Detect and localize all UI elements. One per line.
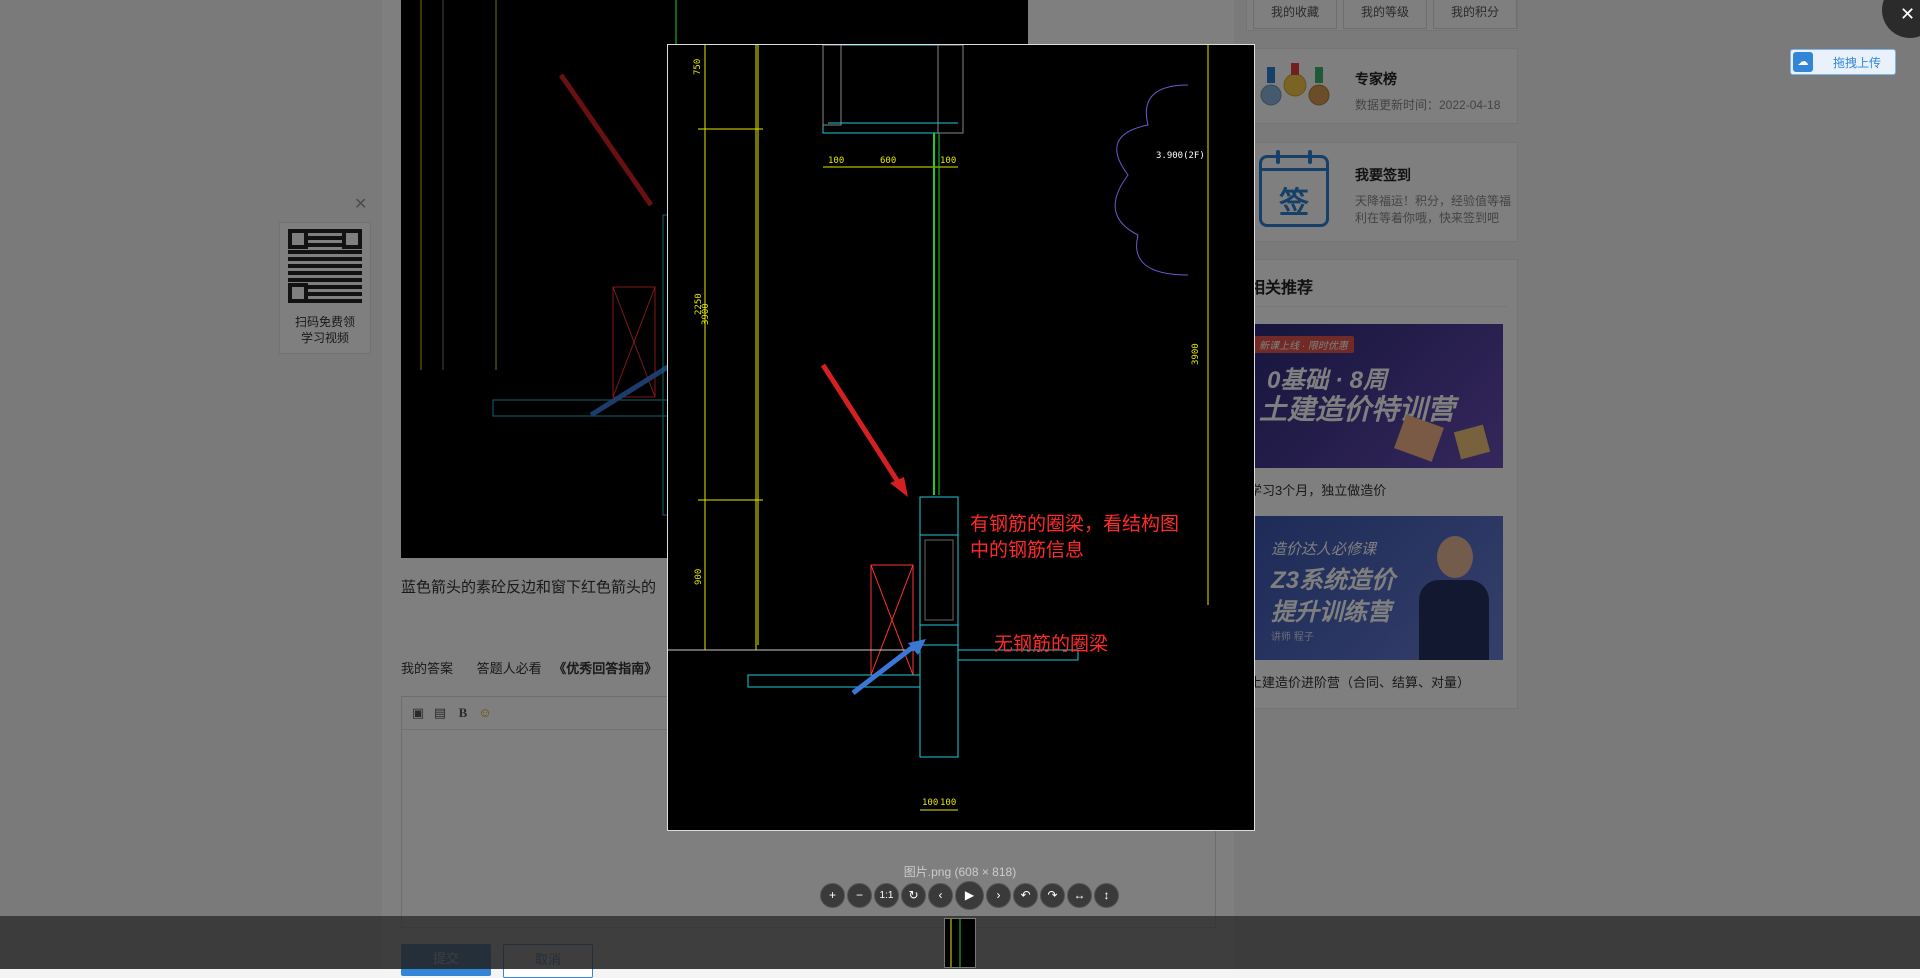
dim-600: 600 bbox=[880, 156, 896, 166]
zoom-out-button[interactable]: − bbox=[847, 883, 872, 908]
cad-drawing: 100 600 100 750 3900 2250 900 3.900(2F) … bbox=[668, 45, 1209, 811]
drag-upload-button[interactable]: ☁ 拖拽上传 bbox=[1790, 49, 1896, 75]
flip-horizontal-button[interactable]: ↔ bbox=[1067, 883, 1092, 908]
rotate-left-button[interactable]: ↶ bbox=[1013, 883, 1038, 908]
rotate-right-button[interactable]: ↷ bbox=[1040, 883, 1065, 908]
dim-100a: 100 bbox=[828, 156, 844, 166]
dim-100b: 100 bbox=[940, 156, 956, 166]
dim-100d: 100 bbox=[940, 798, 956, 808]
viewer-controls: + − 1:1 ↻ ‹ ▶ › ↶ ↷ ↔ ↕ bbox=[820, 881, 1121, 910]
blue-arrow bbox=[851, 645, 915, 695]
image-viewer[interactable]: 100 600 100 750 3900 2250 900 3.900(2F) … bbox=[667, 44, 1255, 831]
annotation-rebar-beam-2: 中的钢筋信息 bbox=[970, 540, 1085, 561]
annotation-rebar-beam-1: 有钢筋的圈梁，看结构图 bbox=[970, 514, 1180, 535]
dim-2250: 2250 bbox=[694, 293, 704, 315]
elevation-label: 3.900(2F) bbox=[1156, 151, 1205, 161]
close-icon: ✕ bbox=[1900, 4, 1916, 24]
dim-100c: 100 bbox=[922, 798, 938, 808]
zoom-in-button[interactable]: + bbox=[820, 883, 845, 908]
dim-900: 900 bbox=[694, 569, 704, 585]
prev-button[interactable]: ‹ bbox=[928, 883, 953, 908]
flip-vertical-button[interactable]: ↕ bbox=[1094, 883, 1119, 908]
play-button[interactable]: ▶ bbox=[955, 881, 984, 910]
annotation-no-rebar-beam: 无钢筋的圈梁 bbox=[994, 634, 1109, 655]
actual-size-button[interactable]: 1:1 bbox=[874, 883, 899, 908]
dim-750: 750 bbox=[693, 59, 703, 75]
reset-button[interactable]: ↻ bbox=[901, 883, 926, 908]
image-caption: 图片.png (608 × 818) bbox=[903, 865, 1017, 879]
next-button[interactable]: › bbox=[986, 883, 1011, 908]
cloud-upload-icon: ☁ bbox=[1793, 52, 1813, 72]
dim-3900-right: 3900 bbox=[1191, 343, 1201, 365]
drag-upload-label: 拖拽上传 bbox=[1833, 56, 1882, 70]
red-arrow bbox=[820, 363, 903, 487]
thumbnail-item[interactable] bbox=[944, 918, 976, 968]
